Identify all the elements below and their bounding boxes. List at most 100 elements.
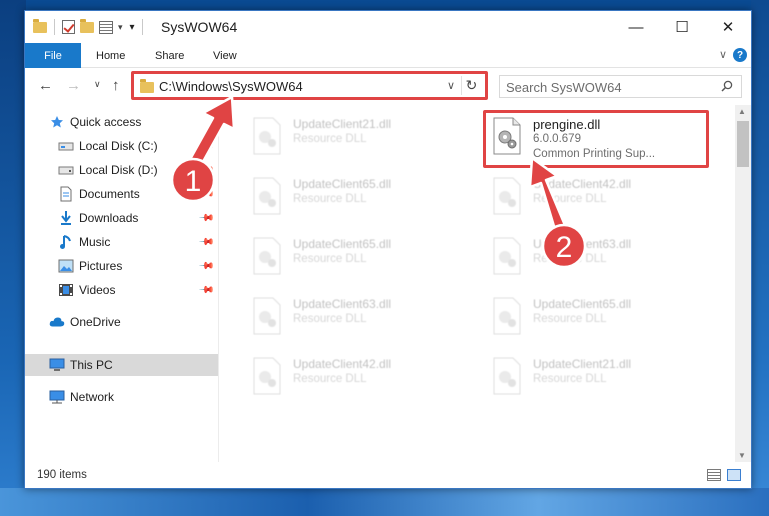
tab-home[interactable]: Home [96, 43, 125, 68]
search-icon[interactable] [721, 80, 733, 92]
window-controls: — ☐ ✕ [613, 11, 751, 43]
rename-icon[interactable] [99, 20, 113, 34]
file-type: Resource DLL [293, 193, 367, 205]
new-folder-icon[interactable] [80, 18, 94, 33]
dll-file-icon [493, 237, 521, 275]
file-type: Resource DLL [293, 313, 367, 325]
list-item[interactable]: UpdateClient21.dll Resource DLL [485, 351, 715, 405]
recent-locations-icon[interactable]: ∨ [94, 79, 101, 90]
dll-file-icon [253, 237, 281, 275]
list-item[interactable]: UpdateClient42.dll Resource DLL [245, 351, 475, 405]
dll-file-icon [493, 177, 521, 215]
pictures-icon [58, 258, 74, 274]
close-button[interactable]: ✕ [705, 11, 751, 43]
search-box[interactable] [499, 75, 742, 98]
up-arrow-icon[interactable]: ↑ [112, 77, 120, 94]
toolbar-separator [54, 19, 55, 35]
properties-check-icon[interactable] [62, 20, 75, 34]
computer-icon [49, 357, 65, 373]
sidebar-item-this-pc[interactable]: This PC [25, 354, 218, 376]
navigation-pane: Quick access Local Disk (C:) 📌 Local Dis… [25, 105, 218, 462]
help-icon[interactable]: ? [733, 48, 747, 62]
scroll-up-icon[interactable]: ▲ [738, 107, 746, 116]
scrollbar-thumb[interactable] [737, 121, 749, 167]
expand-ribbon-icon[interactable]: ∨ [719, 48, 727, 61]
back-arrow-icon[interactable]: ← [38, 77, 53, 94]
sidebar-item-label: Local Disk (D:) [79, 163, 158, 177]
pin-icon[interactable]: 📌 [197, 162, 214, 179]
file-type: Resource DLL [533, 313, 607, 325]
list-item[interactable]: UpdateClient63.dll Resource DLL [245, 291, 475, 345]
file-name: UpdateClient21.dll [293, 117, 392, 131]
videos-icon [58, 282, 74, 298]
list-item[interactable]: UpdateClient65.dll Resource DLL [245, 171, 475, 225]
list-item[interactable]: UpdateClient65.dll Resource DLL [485, 291, 715, 345]
dll-file-icon [253, 297, 281, 335]
file-type: Resource DLL [533, 253, 607, 265]
sidebar-item-label: This PC [70, 358, 113, 372]
pin-icon[interactable]: 📌 [197, 210, 214, 227]
tab-file[interactable]: File [25, 43, 81, 68]
sidebar-item-label: Documents [79, 187, 140, 201]
scroll-down-icon[interactable]: ▼ [738, 451, 746, 460]
quick-access-toolbar: ▾ ▾ [33, 18, 145, 35]
sidebar-item-network[interactable]: Network [25, 386, 218, 408]
file-name: UpdateClient63.dll [533, 237, 632, 251]
large-icons-view-icon[interactable] [727, 469, 741, 481]
sidebar-item-local-disk-d[interactable]: Local Disk (D:) 📌 [25, 159, 218, 181]
toolbar-separator [141, 19, 143, 35]
file-type: Resource DLL [293, 253, 367, 265]
desktop-wallpaper-bottom [0, 488, 769, 516]
file-type: Resource DLL [293, 373, 367, 385]
desktop-wallpaper-left [0, 0, 26, 516]
ribbon-tabs: File Home Share View ∨ ? [25, 43, 751, 68]
sidebar-item-videos[interactable]: Videos 📌 [25, 279, 218, 301]
list-item[interactable]: UpdateClient42.dll Resource DLL [485, 171, 715, 225]
pin-icon[interactable]: 📌 [197, 282, 214, 299]
pin-icon[interactable]: 📌 [197, 234, 214, 251]
maximize-button[interactable]: ☐ [659, 11, 705, 43]
tab-share[interactable]: Share [155, 43, 184, 68]
folder-icon [33, 18, 47, 33]
sidebar-item-local-disk-c[interactable]: Local Disk (C:) 📌 [25, 135, 218, 157]
pin-icon[interactable]: 📌 [197, 138, 214, 155]
sidebar-item-label: Music [79, 235, 111, 249]
download-icon [58, 210, 74, 226]
forward-arrow-icon[interactable]: → [66, 77, 81, 94]
drive-icon [58, 138, 74, 154]
vertical-scrollbar[interactable]: ▲ ▼ [735, 105, 751, 462]
sidebar-item-label: Network [70, 390, 115, 404]
pin-icon[interactable]: 📌 [197, 258, 214, 275]
sidebar-item-quick-access[interactable]: Quick access [25, 111, 218, 133]
list-item[interactable]: UpdateClient65.dll Resource DLL [245, 231, 475, 285]
list-item[interactable]: UpdateClient63.dll Resource DLL [485, 231, 715, 285]
sidebar-item-music[interactable]: Music 📌 [25, 231, 218, 253]
address-highlight-box [131, 71, 488, 100]
details-view-icon[interactable] [707, 469, 721, 481]
pane-divider[interactable] [218, 105, 219, 462]
sidebar-item-onedrive[interactable]: OneDrive [25, 311, 218, 333]
sidebar-item-label: Local Disk (C:) [79, 139, 158, 153]
sidebar-item-documents[interactable]: Documents 📌 [25, 183, 218, 205]
file-name: UpdateClient63.dll [293, 297, 392, 311]
chevron-down-icon[interactable]: ▾ [118, 22, 123, 33]
sidebar-item-downloads[interactable]: Downloads 📌 [25, 207, 218, 229]
file-type: Resource DLL [293, 133, 367, 145]
dll-file-icon [253, 117, 281, 155]
minimize-button[interactable]: — [613, 11, 659, 43]
search-input[interactable] [506, 79, 711, 95]
file-name: UpdateClient65.dll [293, 177, 392, 191]
sidebar-item-label: Quick access [70, 115, 142, 129]
dll-file-icon [253, 357, 281, 395]
sidebar-item-label: Downloads [79, 211, 139, 225]
list-item[interactable]: UpdateClient21.dll Resource DLL [245, 111, 475, 165]
sidebar-item-pictures[interactable]: Pictures 📌 [25, 255, 218, 277]
desktop-wallpaper-right [751, 0, 769, 516]
customize-toolbar-icon[interactable]: ▾ [130, 22, 135, 33]
sidebar-item-label: Videos [79, 283, 116, 297]
file-type: Resource DLL [533, 193, 607, 205]
pin-icon[interactable]: 📌 [197, 186, 214, 203]
sidebar-item-label: OneDrive [70, 315, 121, 329]
tab-view[interactable]: View [213, 43, 237, 68]
title-bar: ▾ ▾ SysWOW64 — ☐ ✕ [25, 11, 751, 43]
